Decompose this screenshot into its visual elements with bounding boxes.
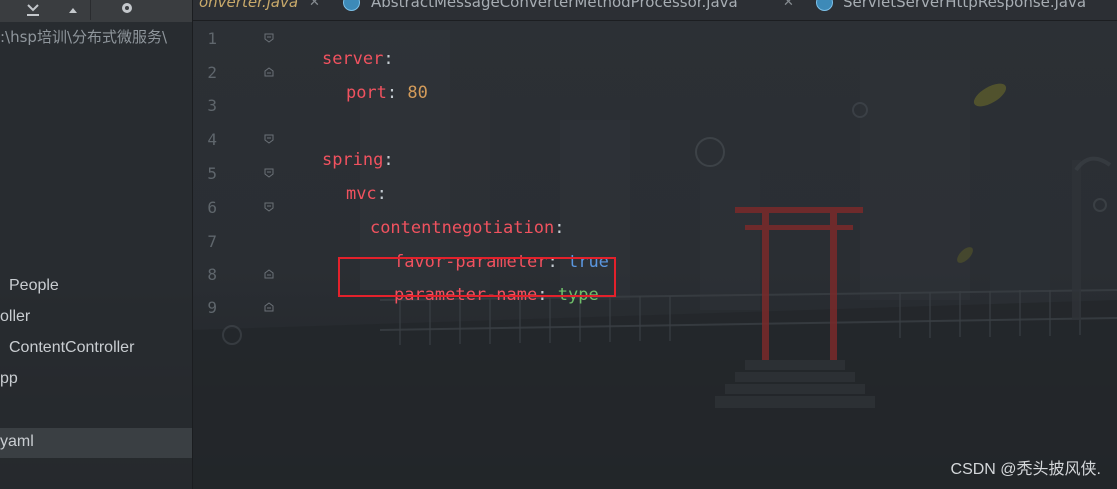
tree-item-app[interactable]: pp — [0, 370, 18, 388]
yaml-value: 80 — [407, 83, 428, 103]
tree-item-content-controller[interactable]: ContentController — [9, 339, 134, 357]
line-number: 5 — [207, 164, 217, 183]
line-number: 1 — [207, 29, 217, 48]
fold-marker-icon[interactable] — [264, 67, 274, 77]
yaml-key: port — [345, 83, 387, 103]
fold-marker-icon[interactable] — [264, 269, 274, 279]
up-arrow-icon[interactable] — [60, 0, 86, 20]
editor-tab-bar: onverter.java ✕ AbstractMessageConverter… — [193, 0, 1117, 21]
line-number: 7 — [207, 232, 217, 251]
tab-abstract-message-converter[interactable]: AbstractMessageConverterMethodProcessor.… — [371, 0, 738, 11]
fold-marker-icon[interactable] — [264, 134, 274, 144]
highlight-box — [338, 257, 616, 297]
line-number: 6 — [207, 198, 217, 217]
tree-item-people[interactable]: People — [9, 277, 59, 295]
class-icon — [343, 0, 360, 11]
line-number: 3 — [207, 96, 217, 115]
code-line: port: 80 — [305, 63, 428, 123]
watermark: CSDN @秃头披风侠. — [950, 461, 1101, 478]
line-number: 4 — [207, 130, 217, 149]
close-icon[interactable]: ✕ — [309, 0, 320, 10]
code-editor[interactable]: 1 2 3 4 5 6 7 8 9 server: port: 80 sprin… — [193, 21, 1117, 489]
fold-marker-icon[interactable] — [264, 33, 274, 43]
tree-item-yaml[interactable]: yaml — [0, 433, 34, 451]
gear-icon[interactable] — [114, 0, 140, 20]
tab-converter[interactable]: onverter.java — [199, 0, 298, 11]
yaml-separator: : — [386, 83, 408, 103]
line-number: 9 — [207, 298, 217, 317]
project-path: :\hsp培训\分布式微服务\ — [0, 28, 168, 46]
tree-item-controller[interactable]: oller — [0, 308, 30, 326]
close-icon[interactable]: ✕ — [783, 0, 794, 10]
line-number: 2 — [207, 63, 217, 82]
line-number: 8 — [207, 265, 217, 284]
fold-marker-icon[interactable] — [264, 302, 274, 312]
class-icon — [816, 0, 833, 11]
fold-marker-icon[interactable] — [264, 168, 274, 178]
fold-marker-icon[interactable] — [264, 202, 274, 212]
collapse-all-icon[interactable] — [20, 0, 46, 20]
tab-servlet-server-http-response[interactable]: ServletServerHttpResponse.java — [843, 0, 1086, 11]
project-toolbar — [0, 0, 192, 22]
toolbar-separator — [90, 0, 91, 20]
project-panel: :\hsp培训\分布式微服务\ People oller ContentCont… — [0, 0, 193, 489]
